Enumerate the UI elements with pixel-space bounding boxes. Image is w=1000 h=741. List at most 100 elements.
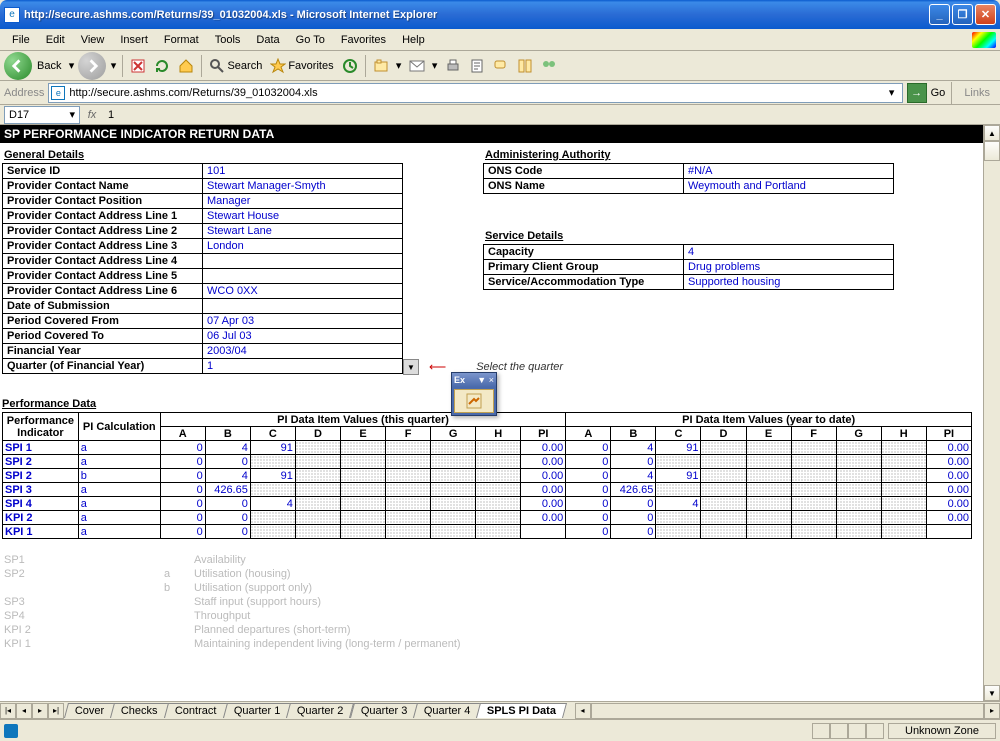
perf-cell[interactable] (791, 455, 836, 469)
perf-cell[interactable] (701, 469, 746, 483)
perf-cell[interactable] (431, 497, 476, 511)
perf-cell[interactable] (431, 511, 476, 525)
perf-cell[interactable]: 0 (566, 455, 611, 469)
perf-cell[interactable] (250, 483, 295, 497)
perf-cell[interactable]: 0 (566, 511, 611, 525)
menu-help[interactable]: Help (394, 32, 433, 48)
perf-cell[interactable] (881, 441, 926, 455)
perf-cell[interactable] (701, 497, 746, 511)
perf-cell[interactable]: 91 (250, 441, 295, 455)
perf-cell[interactable] (701, 455, 746, 469)
perf-cell[interactable]: 91 (656, 469, 701, 483)
field-value[interactable]: Supported housing (684, 275, 894, 290)
menu-edit[interactable]: Edit (38, 32, 73, 48)
perf-cell[interactable]: 0.00 (926, 441, 971, 455)
perf-cell[interactable]: 91 (656, 441, 701, 455)
perf-cell[interactable]: 0 (160, 511, 205, 525)
perf-cell[interactable] (926, 525, 971, 539)
menu-format[interactable]: Format (156, 32, 207, 48)
perf-cell[interactable]: 4 (611, 441, 656, 455)
perf-cell[interactable] (791, 511, 836, 525)
discuss-button[interactable] (490, 55, 512, 77)
perf-cell[interactable] (746, 455, 791, 469)
formula-value[interactable]: 1 (104, 109, 1000, 121)
perf-cell[interactable] (656, 525, 701, 539)
perf-cell[interactable] (295, 469, 340, 483)
perf-cell[interactable]: 0 (611, 455, 656, 469)
go-button[interactable]: → (907, 83, 927, 103)
perf-cell[interactable] (836, 441, 881, 455)
address-dropdown[interactable]: ▾ (884, 86, 900, 99)
back-dropdown[interactable]: ▾ (66, 55, 76, 77)
research-button[interactable] (514, 55, 536, 77)
perf-cell[interactable] (386, 455, 431, 469)
perf-cell[interactable]: 91 (250, 469, 295, 483)
perf-cell[interactable] (295, 483, 340, 497)
perf-cell[interactable]: 0 (566, 469, 611, 483)
perf-cell[interactable]: 0 (205, 511, 250, 525)
perf-cell[interactable] (386, 441, 431, 455)
perf-cell[interactable]: 0 (205, 497, 250, 511)
perf-cell[interactable] (340, 497, 385, 511)
perf-cell[interactable] (250, 455, 295, 469)
perf-cell[interactable] (431, 483, 476, 497)
perf-cell[interactable]: 0 (566, 525, 611, 539)
menu-tools[interactable]: Tools (207, 32, 249, 48)
field-value[interactable]: WCO 0XX (203, 284, 403, 299)
perf-cell[interactable] (476, 455, 521, 469)
float-body-icon[interactable] (454, 389, 494, 413)
sheet-tab[interactable]: Quarter 3 (350, 703, 418, 718)
field-value[interactable]: Drug problems (684, 260, 894, 275)
perf-cell[interactable]: 0 (160, 469, 205, 483)
perf-cell[interactable] (250, 511, 295, 525)
perf-cell[interactable] (431, 455, 476, 469)
perf-cell[interactable] (746, 483, 791, 497)
perf-cell[interactable] (836, 511, 881, 525)
perf-cell[interactable] (295, 525, 340, 539)
perf-cell[interactable] (521, 525, 566, 539)
perf-cell[interactable] (431, 469, 476, 483)
field-value[interactable] (203, 299, 403, 314)
perf-cell[interactable]: 0.00 (521, 441, 566, 455)
perf-cell[interactable] (656, 511, 701, 525)
perf-cell[interactable] (746, 497, 791, 511)
perf-cell[interactable]: 0.00 (521, 511, 566, 525)
scroll-thumb[interactable] (984, 141, 1000, 161)
favorites-button[interactable]: Favorites (267, 55, 336, 77)
tab-nav-first[interactable]: |◂ (0, 703, 16, 719)
sheet-tab[interactable]: Cover (64, 703, 115, 718)
perf-cell[interactable] (701, 525, 746, 539)
perf-cell[interactable]: 0 (611, 497, 656, 511)
field-value[interactable]: Weymouth and Portland (684, 179, 894, 194)
refresh-button[interactable] (151, 55, 173, 77)
field-value[interactable]: 2003/04 (203, 344, 403, 359)
perf-cell[interactable]: 0 (611, 525, 656, 539)
forward-button[interactable] (78, 52, 106, 80)
address-field[interactable]: e ▾ (48, 83, 902, 103)
hscroll-right[interactable]: ▸ (984, 703, 1000, 719)
perf-cell[interactable]: 4 (205, 441, 250, 455)
perf-cell[interactable] (791, 441, 836, 455)
perf-cell[interactable] (476, 483, 521, 497)
history-button[interactable] (339, 55, 361, 77)
field-value[interactable] (203, 254, 403, 269)
perf-cell[interactable] (295, 455, 340, 469)
perf-cell[interactable] (836, 525, 881, 539)
field-value[interactable]: Manager (203, 194, 403, 209)
mail-dropdown[interactable]: ▾ (430, 55, 440, 77)
perf-cell[interactable] (431, 525, 476, 539)
tab-nav-prev[interactable]: ◂ (16, 703, 32, 719)
sheet-tab[interactable]: SPLS PI Data (476, 703, 567, 718)
sheet-tab[interactable]: Checks (110, 703, 169, 718)
perf-cell[interactable]: 0.00 (926, 483, 971, 497)
perf-cell[interactable] (431, 441, 476, 455)
perf-cell[interactable] (386, 469, 431, 483)
perf-cell[interactable] (791, 497, 836, 511)
hscroll-left[interactable]: ◂ (575, 703, 591, 719)
perf-cell[interactable]: 0 (160, 497, 205, 511)
perf-cell[interactable]: 0 (205, 525, 250, 539)
floating-toolbar[interactable]: Ex▼ × (451, 372, 497, 416)
perf-cell[interactable] (476, 469, 521, 483)
perf-cell[interactable] (656, 455, 701, 469)
stop-button[interactable] (127, 55, 149, 77)
